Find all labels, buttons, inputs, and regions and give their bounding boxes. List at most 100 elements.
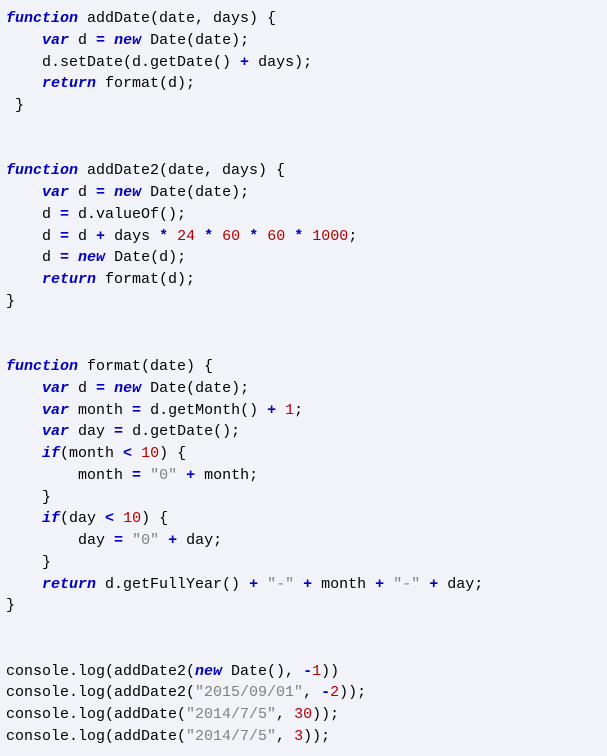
code-token: var [42,402,69,419]
code-token: day [6,532,114,549]
code-token: d.valueOf(); [69,206,186,223]
code-line: d = new Date(d); [6,247,601,269]
code-token: console.log(addDate( [6,706,186,723]
code-token: } [6,597,15,614]
code-token [177,467,186,484]
code-token [132,445,141,462]
code-token: Date(d); [105,249,186,266]
code-token: addDate(date, days) { [78,10,276,27]
code-line: } [6,95,601,117]
code-line: console.log(addDate("2014/7/5", 30)); [6,704,601,726]
code-line [6,117,601,139]
code-token [258,228,267,245]
code-token: + [429,576,438,593]
code-token [384,576,393,593]
code-token: d.getDate(); [123,423,240,440]
code-token: = [132,467,141,484]
code-token: new [195,663,222,680]
code-token: if [42,510,60,527]
code-token: = [60,228,69,245]
code-token: - [303,663,312,680]
code-token: "0" [132,532,159,549]
code-token: < [123,445,132,462]
code-token: console.log(addDate( [6,728,186,745]
code-token: 30 [294,706,312,723]
code-token [258,576,267,593]
code-line [6,139,601,161]
code-line: console.log(addDate("2014/7/5", 3)); [6,726,601,748]
code-token: + [267,402,276,419]
code-token: d [69,32,96,49]
code-token: return [42,576,96,593]
code-token: 60 [222,228,240,245]
code-token: = [114,532,123,549]
code-token: 10 [123,510,141,527]
code-token: = [60,206,69,223]
code-token [213,228,222,245]
code-token: day; [438,576,483,593]
code-token [6,423,42,440]
code-token: d [69,184,96,201]
code-token: + [168,532,177,549]
code-token: )); [303,728,330,745]
code-line: var d = new Date(date); [6,182,601,204]
code-line: return format(d); [6,73,601,95]
code-token: month [312,576,375,593]
code-token: 1000 [312,228,348,245]
code-token [294,576,303,593]
code-token: new [114,380,141,397]
code-token: * [204,228,213,245]
code-line: return d.getFullYear() + "-" + month + "… [6,574,601,596]
code-token: days [105,228,159,245]
code-token: * [159,228,168,245]
code-token: } [6,554,51,571]
code-token: } [6,293,15,310]
code-token [123,532,132,549]
code-line: function format(date) { [6,356,601,378]
code-token: Date(date); [141,184,249,201]
code-line [6,313,601,335]
code-token: month [6,467,132,484]
code-token: month; [195,467,258,484]
code-token [114,510,123,527]
code-token [105,184,114,201]
code-token: Date(), [222,663,303,680]
code-line: console.log(addDate2(new Date(), -1)) [6,661,601,683]
code-token: var [42,423,69,440]
code-token: d [6,206,60,223]
code-token: "-" [393,576,420,593]
code-line: } [6,291,601,313]
code-line: month = "0" + month; [6,465,601,487]
code-token: d.getFullYear() [96,576,249,593]
code-token [159,532,168,549]
code-token: 1 [312,663,321,680]
code-line [6,617,601,639]
code-token: = [132,402,141,419]
code-line: d.setDate(d.getDate() + days); [6,52,601,74]
code-token [303,228,312,245]
code-token: format(d); [96,271,195,288]
code-token [69,249,78,266]
code-line: var d = new Date(date); [6,378,601,400]
code-token: } [6,489,51,506]
code-token [6,445,42,462]
code-line [6,334,601,356]
code-token: format(d); [96,75,195,92]
code-token: = [114,423,123,440]
code-token: var [42,380,69,397]
code-token: day [69,423,114,440]
code-token: + [240,54,249,71]
code-token [6,380,42,397]
code-token: d.getMonth() [141,402,267,419]
code-token [6,576,42,593]
code-line: } [6,552,601,574]
code-token: (day [60,510,105,527]
code-token [6,32,42,49]
code-token: format(date) { [78,358,213,375]
code-token: return [42,271,96,288]
code-token: )); [312,706,339,723]
code-token: function [6,358,78,375]
code-token [105,380,114,397]
code-token: = [96,32,105,49]
code-token: new [78,249,105,266]
